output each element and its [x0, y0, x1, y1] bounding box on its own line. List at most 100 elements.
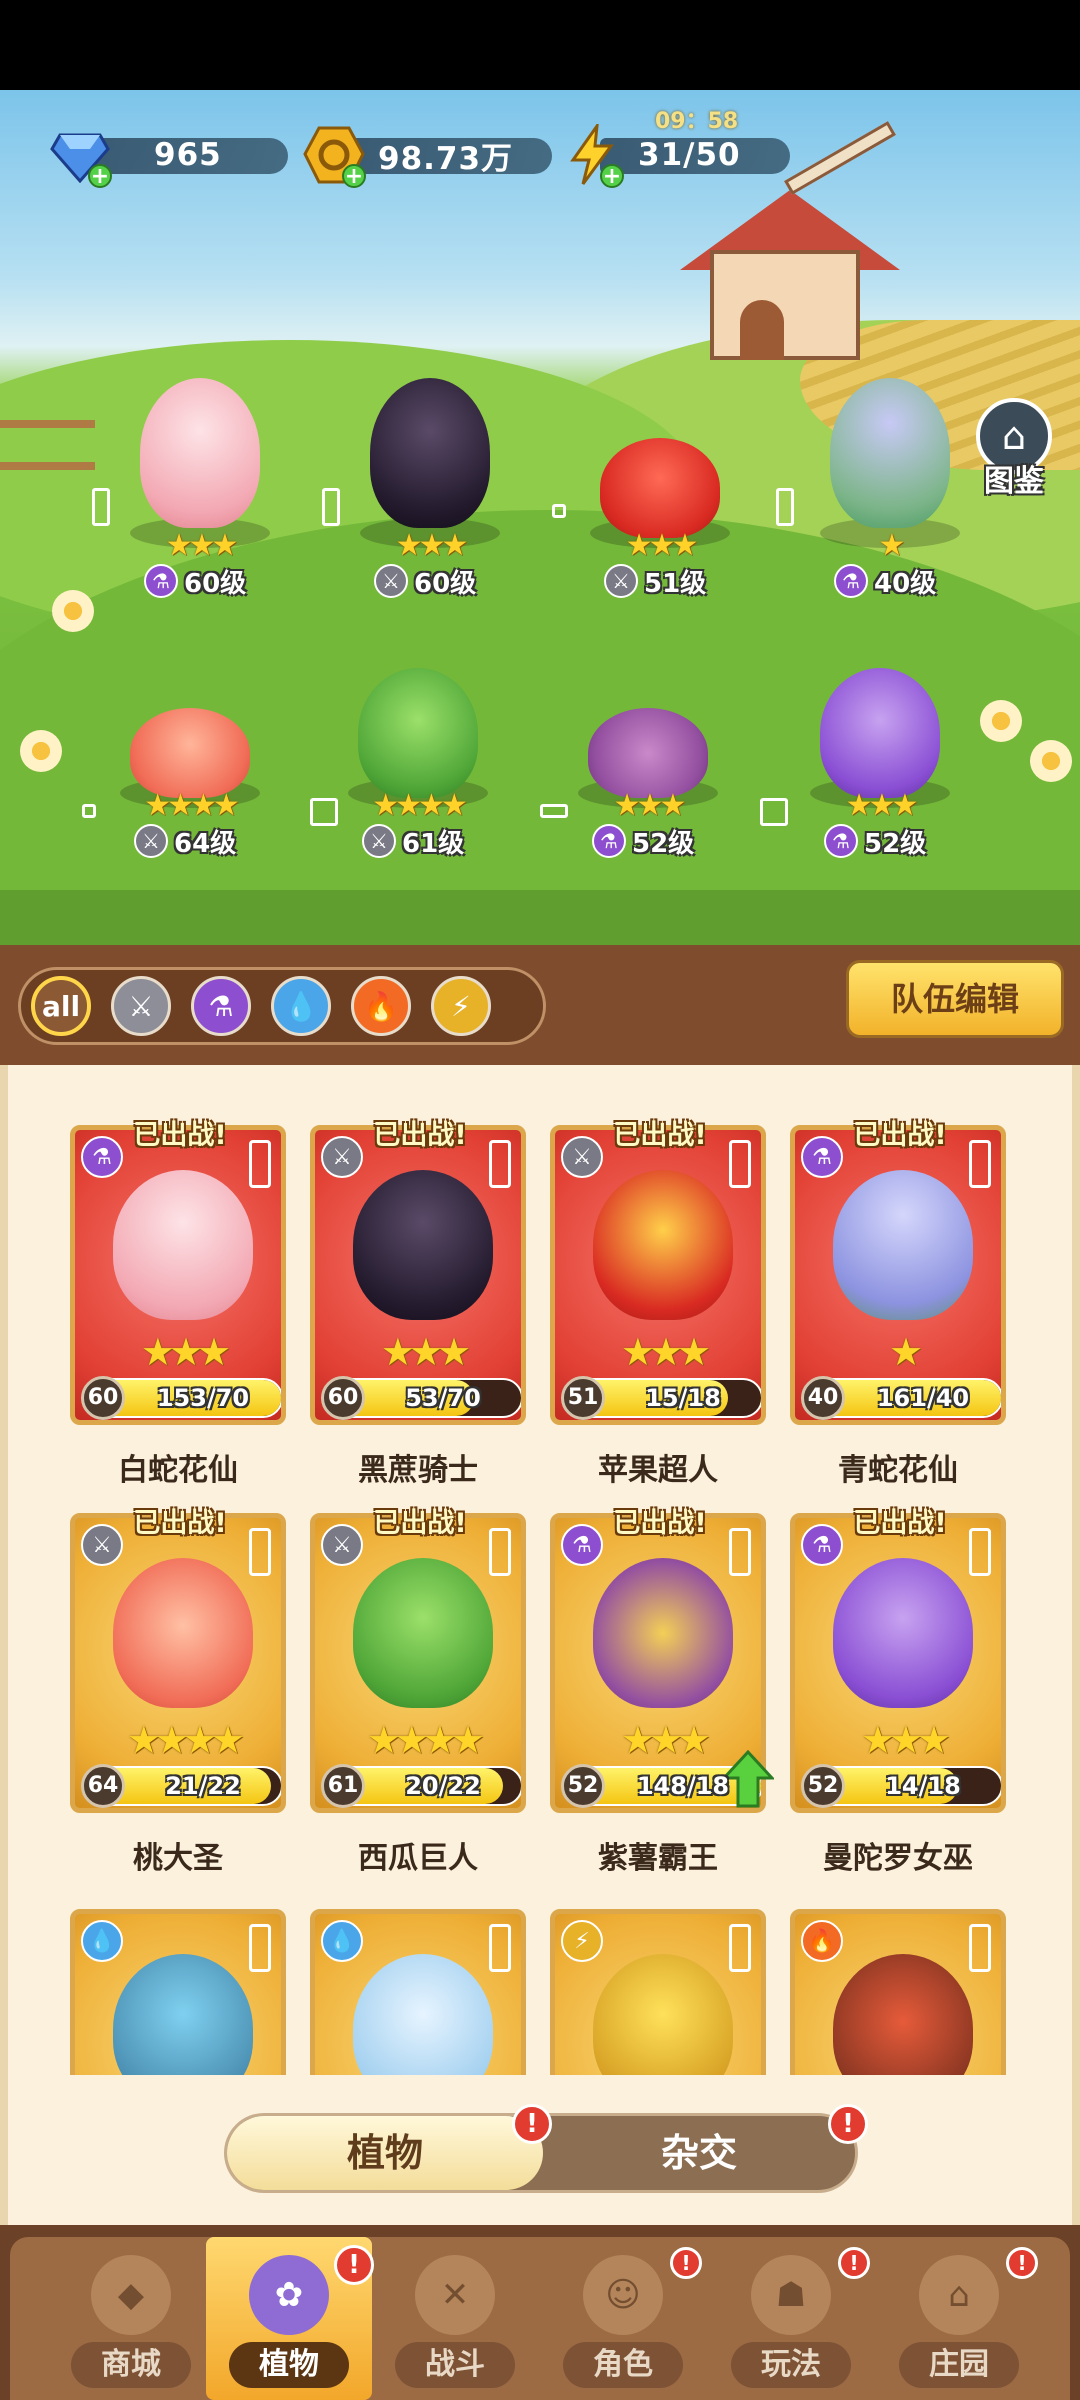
team-edit-button[interactable]: 队伍编辑 [846, 960, 1064, 1038]
card-frame: ⚔ ★★★★ 61 20/22 [310, 1513, 526, 1813]
energy-value: 31/50 [638, 137, 741, 173]
plant-card[interactable]: 🔥 [790, 1909, 1006, 2075]
plant-card[interactable]: ⚗ ★ 40 161/40 已出战! 青蛇花仙 [790, 1120, 1006, 1497]
deployed-badge: 已出战! [373, 1120, 467, 1151]
card-slot-icon [249, 1924, 271, 1972]
alert-badge: ! [670, 2247, 702, 2279]
hero-stars: ★★★★ [372, 788, 468, 823]
plant-card[interactable]: 💧 [310, 1909, 526, 2075]
water-icon[interactable]: 💧 [271, 976, 331, 1036]
nav-battle[interactable]: ✕ 战斗 [372, 2237, 538, 2400]
card-slot-icon [249, 1528, 271, 1576]
nav-character[interactable]: ☺ 角色 ! [540, 2237, 706, 2400]
potion-icon: ⚗ [834, 564, 868, 598]
plant-card[interactable]: ⚔ ★★★ 60 53/70 已出战! 黑蔗骑士 [310, 1120, 526, 1497]
team-hero-3[interactable]: ★★★ ⚔ 51级 [552, 378, 760, 608]
gems-counter[interactable]: + 965 [48, 128, 288, 188]
hero-stars: ★★★ [165, 528, 239, 563]
nav-manor-label: 庄园 [899, 2342, 1019, 2388]
card-frame: ⚔ ★★★ 60 53/70 [310, 1125, 526, 1425]
sword-icon: ⚔ [81, 1524, 123, 1566]
deployed-badge: 已出战! [133, 1120, 227, 1151]
hero-level: 60级 [414, 568, 477, 599]
shard-progress: 52 14/18 [801, 1764, 1001, 1808]
lightning-icon[interactable]: ⚡ [431, 976, 491, 1036]
plant-name: 白蛇花仙 [118, 1453, 238, 1488]
add-gems-icon[interactable]: + [88, 164, 112, 188]
team-hero-7[interactable]: ★★★ ⚗ 52级 [540, 638, 748, 868]
card-frame: ⚔ ★★★★ 64 21/22 [70, 1513, 286, 1813]
hero-stars: ★★★ [625, 528, 699, 563]
nav-plants[interactable]: ✿ 植物 ! [206, 2237, 374, 2400]
card-level: 51 [561, 1376, 605, 1420]
card-frame: 🔥 [790, 1909, 1006, 2075]
plant-card[interactable]: ⚡ [550, 1909, 766, 2075]
card-slot-icon [969, 1924, 991, 1972]
card-slot-icon [729, 1924, 751, 1972]
hero-portrait [600, 438, 720, 538]
add-coins-icon[interactable]: + [342, 164, 366, 188]
flower-decoration [980, 700, 1022, 742]
add-energy-icon[interactable]: + [600, 164, 624, 188]
plant-card[interactable]: ⚔ ★★★★ 61 20/22 已出战! 西瓜巨人 [310, 1508, 526, 1885]
plant-card[interactable]: ⚗ ★★★ 60 153/70 已出战! 白蛇花仙 [70, 1120, 286, 1497]
plant-card[interactable]: 💧 [70, 1909, 286, 2075]
nav-shop[interactable]: ◆ 商城 [48, 2237, 214, 2400]
hero-portrait [820, 668, 940, 798]
plant-card[interactable]: ⚗ ★★★ 52 148/18 已出战! 紫薯霸王 [550, 1508, 766, 1885]
card-level: 60 [321, 1376, 365, 1420]
hero-portrait [130, 708, 250, 798]
nav-manor[interactable]: ⌂ 庄园 ! [876, 2237, 1042, 2400]
plant-name: 紫薯霸王 [598, 1841, 718, 1876]
card-slot-icon [489, 1140, 511, 1188]
plant-name: 青蛇花仙 [838, 1453, 958, 1488]
nav-character-label: 角色 [563, 2342, 683, 2388]
hero-stars: ★ [878, 528, 906, 563]
team-hero-5[interactable]: ★★★★ ⚔ 64级 [82, 638, 290, 868]
plant-portrait [353, 1170, 493, 1320]
plant-portrait [113, 1170, 253, 1320]
sword-icon[interactable]: ⚔ [111, 976, 171, 1036]
plant-portrait [593, 1954, 733, 2075]
water-icon: 💧 [321, 1920, 363, 1962]
plant-card[interactable]: ⚔ ★★★ 51 15/18 已出战! 苹果超人 [550, 1120, 766, 1497]
plant-card[interactable]: ⚗ ★★★ 52 14/18 已出战! 曼陀罗女巫 [790, 1508, 1006, 1885]
shard-progress: 60 153/70 [81, 1376, 281, 1420]
status-bar-area [0, 0, 1080, 90]
alert-badge: ! [1006, 2247, 1038, 2279]
shard-count: 148/18 [636, 1772, 730, 1800]
team-hero-1[interactable]: ★★★ ⚗ 60级 [92, 378, 300, 608]
fire-icon[interactable]: 🔥 [351, 976, 411, 1036]
alert-badge: ! [828, 2104, 868, 2144]
coins-counter[interactable]: + 98.73万 [302, 126, 552, 188]
plant-portrait [593, 1170, 733, 1320]
nav-plants-label: 植物 [229, 2342, 349, 2388]
team-hero-2[interactable]: ★★★ ⚔ 60级 [322, 378, 530, 608]
manor-icon: ⌂ [919, 2255, 999, 2335]
plant-card[interactable]: ⚔ ★★★★ 64 21/22 已出战! 桃大圣 [70, 1508, 286, 1885]
shard-progress: 60 53/70 [321, 1376, 521, 1420]
card-level: 64 [81, 1764, 125, 1808]
plant-name: 桃大圣 [133, 1841, 223, 1876]
potion-icon: ⚗ [801, 1524, 843, 1566]
shard-count: 20/22 [405, 1772, 481, 1800]
plants-icon: ✿ [249, 2255, 329, 2335]
energy-counter[interactable]: + 31/50 [560, 124, 800, 188]
team-hero-6[interactable]: ★★★★ ⚔ 61级 [310, 638, 518, 868]
nav-gameplay[interactable]: ☗ 玩法 ! [708, 2237, 874, 2400]
team-hero-4[interactable]: ★ ⚗ 40级 [776, 378, 990, 608]
team-hero-8[interactable]: ★★★ ⚗ 52级 [760, 638, 980, 868]
potion-icon[interactable]: ⚗ [191, 976, 251, 1036]
tab-hybrid[interactable]: 杂交 [543, 2116, 855, 2190]
hero-stars: ★★★ [395, 528, 469, 563]
card-frame: 💧 [310, 1909, 526, 2075]
plant-portrait [593, 1558, 733, 1708]
filter-all-button[interactable]: all [31, 976, 91, 1036]
sword-icon: ⚔ [362, 824, 396, 858]
card-slot-icon [729, 1528, 751, 1576]
hero-level: 51级 [644, 568, 707, 599]
tab-plants[interactable]: 植物 [227, 2116, 543, 2190]
hero-stars: ★★★★ [144, 788, 240, 823]
hero-portrait [140, 378, 260, 528]
card-stars: ★★★ [620, 1330, 711, 1374]
